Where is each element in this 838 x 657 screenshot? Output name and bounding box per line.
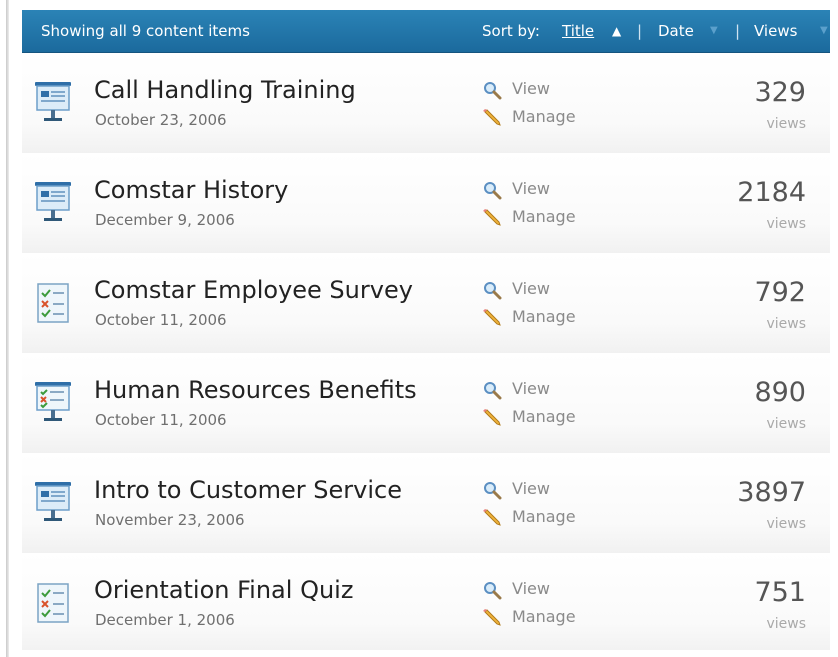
manage-link-label[interactable]: Manage (512, 207, 576, 226)
window-edge (6, 0, 9, 657)
content-item-row[interactable]: Comstar Employee Survey October 11, 2006 V… (22, 253, 830, 354)
content-item-row[interactable]: Orientation Final Quiz December 1, 2006 Vi… (22, 553, 830, 650)
view-link-label[interactable]: View (512, 379, 550, 398)
pencil-icon (482, 408, 504, 428)
view-link-label[interactable]: View (512, 179, 550, 198)
view-count: 2184 (737, 177, 806, 208)
sort-by-views-link[interactable]: Views (754, 10, 797, 52)
sort-controls: Sort by: Title ▲ | Date ▼ | Views ▼ (482, 10, 828, 52)
sort-views-arrow-icon[interactable]: ▼ (820, 10, 828, 52)
survey-checklist-icon (34, 281, 72, 325)
manage-link[interactable]: Manage (482, 306, 576, 328)
view-link-label[interactable]: View (512, 579, 550, 598)
pencil-icon (482, 608, 504, 628)
view-link[interactable]: View (482, 78, 550, 100)
magnifier-icon (482, 280, 504, 300)
content-item-date: October 11, 2006 (95, 311, 227, 329)
view-count: 3897 (737, 477, 806, 508)
content-item-title[interactable]: Call Handling Training (94, 76, 356, 104)
content-item-row[interactable]: Comstar History December 9, 2006 View Manag… (22, 153, 830, 254)
view-count-label: views (766, 116, 806, 132)
manage-link[interactable]: Manage (482, 106, 576, 128)
content-item-title[interactable]: Orientation Final Quiz (94, 576, 353, 604)
content-item-date: November 23, 2006 (95, 511, 245, 529)
manage-link-label[interactable]: Manage (512, 307, 576, 326)
manage-link-label[interactable]: Manage (512, 607, 576, 626)
view-count-label: views (766, 316, 806, 332)
view-link-label[interactable]: View (512, 79, 550, 98)
magnifier-icon (482, 480, 504, 500)
presentation-icon (34, 481, 72, 525)
view-count: 792 (754, 277, 806, 308)
manage-link[interactable]: Manage (482, 206, 576, 228)
sort-by-label: Sort by: (482, 22, 540, 40)
manage-link-label[interactable]: Manage (512, 507, 576, 526)
content-item-title[interactable]: Comstar History (94, 176, 288, 204)
view-count-label: views (766, 516, 806, 532)
sort-by-title-link[interactable]: Title (562, 10, 594, 52)
content-list-panel: Showing all 9 content items Sort by: Tit… (22, 10, 830, 650)
sort-separator: | (735, 22, 741, 40)
view-count-label: views (766, 616, 806, 632)
content-item-title[interactable]: Comstar Employee Survey (94, 276, 413, 304)
manage-link[interactable]: Manage (482, 606, 576, 628)
manage-link[interactable]: Manage (482, 406, 576, 428)
pencil-icon (482, 208, 504, 228)
content-item-date: October 11, 2006 (95, 411, 227, 429)
view-count-label: views (766, 216, 806, 232)
content-item-date: December 9, 2006 (95, 211, 235, 229)
sort-separator: | (637, 22, 643, 40)
view-link[interactable]: View (482, 578, 550, 600)
view-link-label[interactable]: View (512, 279, 550, 298)
pencil-icon (482, 308, 504, 328)
view-count: 751 (754, 577, 806, 608)
magnifier-icon (482, 380, 504, 400)
pencil-icon (482, 508, 504, 528)
sort-date-arrow-icon[interactable]: ▼ (710, 10, 718, 52)
sort-ascending-icon[interactable]: ▲ (612, 10, 621, 52)
view-count-label: views (766, 416, 806, 432)
content-item-title[interactable]: Human Resources Benefits (94, 376, 417, 404)
view-link[interactable]: View (482, 178, 550, 200)
view-link[interactable]: View (482, 278, 550, 300)
manage-link-label[interactable]: Manage (512, 407, 576, 426)
list-header: Showing all 9 content items Sort by: Tit… (22, 10, 830, 53)
view-count: 890 (754, 377, 806, 408)
presentation-icon (34, 81, 72, 125)
view-link[interactable]: View (482, 478, 550, 500)
content-item-row[interactable]: Human Resources Benefits October 11, 2006… (22, 353, 830, 454)
manage-link-label[interactable]: Manage (512, 107, 576, 126)
content-item-date: October 23, 2006 (95, 111, 227, 129)
magnifier-icon (482, 180, 504, 200)
presentation-quiz-icon (34, 381, 72, 425)
item-count-text: Showing all 9 content items (41, 22, 250, 40)
content-item-row[interactable]: Intro to Customer Service November 23, 20… (22, 453, 830, 554)
survey-checklist-icon (34, 581, 72, 625)
view-count: 329 (754, 77, 806, 108)
view-link[interactable]: View (482, 378, 550, 400)
content-item-row[interactable]: Call Handling Training October 23, 2006 Vi… (22, 53, 830, 154)
pencil-icon (482, 108, 504, 128)
manage-link[interactable]: Manage (482, 506, 576, 528)
content-item-title[interactable]: Intro to Customer Service (94, 476, 402, 504)
presentation-icon (34, 181, 72, 225)
content-item-date: December 1, 2006 (95, 611, 235, 629)
magnifier-icon (482, 80, 504, 100)
view-link-label[interactable]: View (512, 479, 550, 498)
magnifier-icon (482, 580, 504, 600)
sort-by-date-link[interactable]: Date (658, 10, 694, 52)
